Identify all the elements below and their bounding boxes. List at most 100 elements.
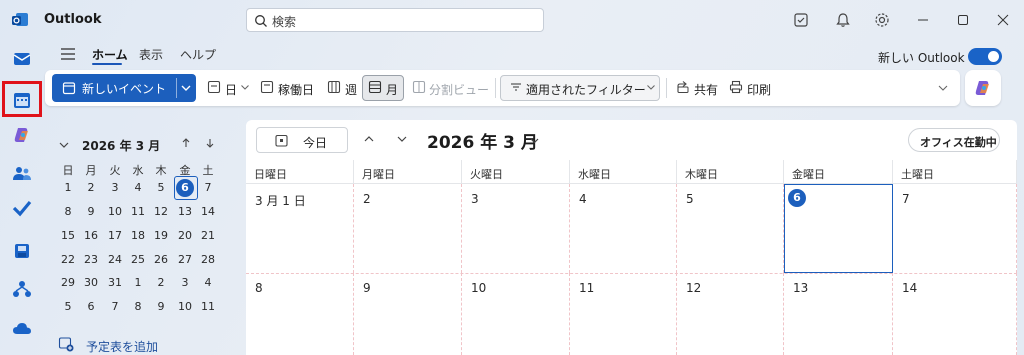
chevron-down-icon[interactable] — [180, 82, 192, 94]
minical-day[interactable]: 25 — [127, 250, 149, 270]
minical-day[interactable]: 8 — [127, 297, 149, 317]
add-calendar-link[interactable]: 予定表を追加 — [86, 338, 158, 355]
rail-org[interactable] — [9, 276, 35, 302]
tasks-icon[interactable] — [792, 11, 810, 29]
minical-prev-arrow-icon[interactable] — [180, 137, 192, 149]
next-month-chevron-icon[interactable] — [395, 132, 409, 146]
day-cell[interactable]: 13 — [784, 273, 893, 355]
day-cell[interactable]: 2 — [354, 184, 462, 273]
minical-day[interactable]: 4 — [197, 273, 219, 293]
minical-day[interactable]: 22 — [57, 250, 79, 270]
minical-day[interactable]: 17 — [104, 226, 126, 246]
minical-day[interactable]: 14 — [197, 202, 219, 222]
copilot-button[interactable] — [965, 70, 1001, 106]
minical-day[interactable]: 21 — [197, 226, 219, 246]
maximize-icon[interactable] — [955, 12, 971, 28]
minical-day[interactable]: 7 — [197, 178, 219, 198]
minical-day[interactable]: 10 — [174, 297, 196, 317]
minical-day[interactable]: 29 — [57, 273, 79, 293]
gear-icon[interactable] — [873, 11, 891, 29]
day-cell[interactable]: 12 — [677, 273, 784, 355]
hamburger-menu-icon[interactable] — [60, 47, 76, 61]
rail-copilot[interactable] — [9, 122, 35, 148]
rail-todo[interactable] — [9, 195, 35, 221]
minical-day[interactable]: 9 — [80, 202, 102, 222]
minical-next-arrow-icon[interactable] — [204, 137, 216, 149]
minical-day[interactable]: 5 — [150, 178, 172, 198]
minical-day[interactable]: 11 — [197, 297, 219, 317]
rail-save[interactable] — [9, 238, 35, 264]
minical-day[interactable]: 24 — [104, 250, 126, 270]
day-cell[interactable]: 7 — [893, 184, 1017, 273]
minical-day[interactable]: 2 — [150, 273, 172, 293]
rail-cloud[interactable] — [9, 316, 35, 342]
tab-home[interactable]: ホーム — [92, 46, 128, 63]
print-button[interactable]: 印刷 — [747, 81, 771, 98]
day-cell[interactable]: 11 — [570, 273, 677, 355]
search-input[interactable]: 検索 — [246, 8, 544, 32]
day-cell[interactable]: 9 — [354, 273, 462, 355]
minical-day[interactable]: 28 — [197, 250, 219, 270]
minical-day[interactable]: 1 — [127, 273, 149, 293]
minical-day[interactable]: 6 — [80, 297, 102, 317]
minical-day[interactable]: 3 — [174, 273, 196, 293]
minical-day[interactable]: 19 — [150, 226, 172, 246]
minical-day[interactable]: 1 — [57, 178, 79, 198]
prev-month-chevron-icon[interactable] — [362, 132, 376, 146]
day-cell[interactable]: 5 — [677, 184, 784, 273]
day-cell[interactable]: 4 — [570, 184, 677, 273]
minical-collapse-chevron-icon[interactable] — [58, 139, 70, 151]
day-cell[interactable]: 3 月 1 日 — [246, 184, 354, 273]
day-cell[interactable]: 14 — [893, 273, 1017, 355]
close-icon[interactable] — [995, 12, 1011, 28]
day-view-button[interactable]: 日 — [225, 81, 237, 98]
chevron-down-icon[interactable] — [240, 80, 250, 94]
day-number: 11 — [579, 281, 595, 295]
minical-day[interactable]: 23 — [80, 250, 102, 270]
split-divider — [176, 78, 177, 98]
weekday-header-label: 日曜日 — [254, 168, 287, 181]
new-event-button[interactable]: 新しいイベント — [52, 74, 196, 102]
minical-day[interactable]: 7 — [104, 297, 126, 317]
minical-day[interactable]: 16 — [80, 226, 102, 246]
minical-day[interactable]: 11 — [127, 202, 149, 222]
minical-day[interactable]: 13 — [174, 202, 196, 222]
share-button[interactable]: 共有 — [694, 81, 718, 98]
rail-people[interactable] — [9, 160, 35, 186]
minical-day[interactable]: 4 — [127, 178, 149, 198]
split-view-button[interactable]: 分割ビュー — [429, 81, 489, 98]
minical-day[interactable]: 30 — [80, 273, 102, 293]
tab-view[interactable]: 表示 — [139, 46, 163, 63]
month-title[interactable]: 2026 年 3 月 — [427, 128, 538, 153]
tab-help[interactable]: ヘルプ — [180, 46, 216, 63]
today-button[interactable]: 今日 — [256, 127, 348, 153]
minical-day[interactable]: 2 — [80, 178, 102, 198]
new-outlook-toggle[interactable] — [968, 48, 1002, 65]
weekday-header: 日曜日 — [246, 160, 354, 184]
week-view-button[interactable]: 週 — [345, 81, 357, 98]
minical-day[interactable]: 3 — [104, 178, 126, 198]
bell-icon[interactable] — [834, 11, 852, 29]
minical-day[interactable]: 18 — [127, 226, 149, 246]
ribbon-expand-chevron-icon[interactable] — [937, 80, 949, 94]
minical-day[interactable]: 20 — [174, 226, 196, 246]
chevron-down-icon[interactable] — [529, 135, 540, 146]
day-cell[interactable]: 8 — [246, 273, 354, 355]
minimize-icon[interactable] — [915, 12, 931, 28]
minical-day[interactable]: 9 — [150, 297, 172, 317]
office-status-button[interactable]: オフィス在勤中 — [908, 128, 1000, 152]
minical-day[interactable]: 15 — [57, 226, 79, 246]
minical-day[interactable]: 12 — [150, 202, 172, 222]
minical-day[interactable]: 8 — [57, 202, 79, 222]
new-outlook-label: 新しい Outlook — [878, 51, 965, 65]
minical-day[interactable]: 26 — [150, 250, 172, 270]
minical-day[interactable]: 5 — [57, 297, 79, 317]
weekday-header-label: 火曜日 — [470, 168, 503, 181]
minical-day[interactable]: 10 — [104, 202, 126, 222]
minical-day[interactable]: 31 — [104, 273, 126, 293]
day-cell[interactable]: 10 — [462, 273, 570, 355]
rail-mail[interactable] — [9, 46, 35, 72]
work-week-button[interactable]: 稼働日 — [278, 81, 314, 98]
minical-day[interactable]: 27 — [174, 250, 196, 270]
day-cell[interactable]: 3 — [462, 184, 570, 273]
